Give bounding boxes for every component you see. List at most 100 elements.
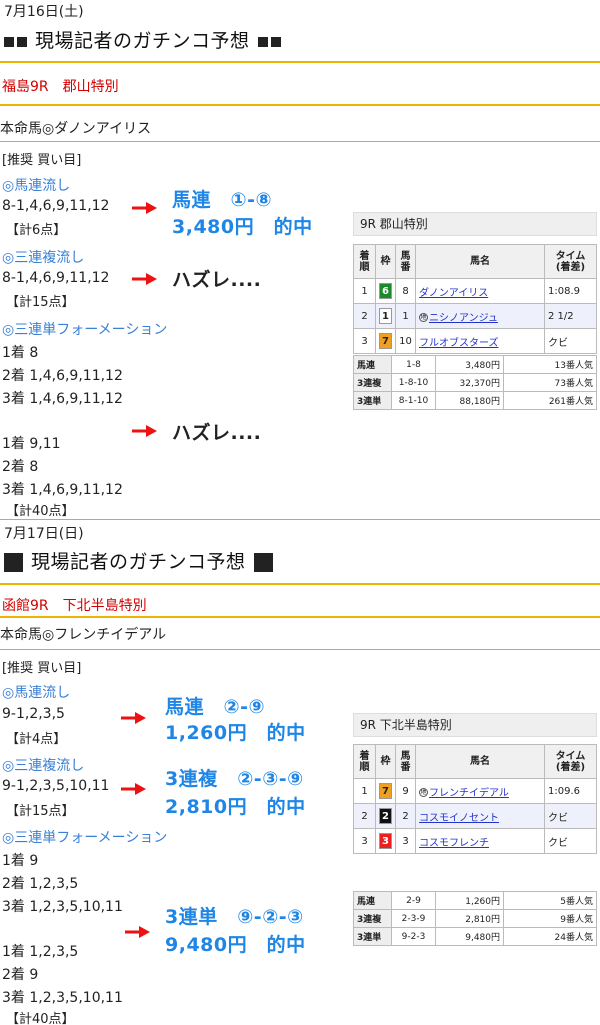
cell-waku: 7 <box>375 778 396 804</box>
cell-pos: 1 <box>353 278 376 304</box>
section-heading: 現場記者のガチンコ予想 <box>4 547 273 574</box>
waku-badge: 1 <box>379 308 392 324</box>
col-header: 着順 <box>353 244 376 279</box>
payout-combo: 2-3-9 <box>391 909 436 928</box>
square-icon <box>257 36 268 47</box>
horse-link[interactable]: ダノンアイリス <box>419 288 488 299</box>
payout-pop: 261番人気 <box>503 391 597 410</box>
cell-pos: 2 <box>353 803 376 829</box>
col-header: 枠 <box>375 244 396 279</box>
cell-time: クビ <box>544 328 597 354</box>
payout-pop: 13番人気 <box>503 355 597 374</box>
date-label: 7月17日(日) <box>4 526 84 542</box>
cell-num: 3 <box>395 828 416 854</box>
bet-type-link[interactable]: ◎馬連流し <box>2 682 70 702</box>
payout-yen: 9,480円 <box>435 927 504 946</box>
cell-horse: コスモイノセント <box>415 803 545 829</box>
waku-badge: 3 <box>379 833 392 849</box>
payout-pop: 5番人気 <box>503 891 597 910</box>
result-miss-text: ハズレ.... <box>172 269 262 291</box>
arrow-right-icon <box>125 926 150 938</box>
payout-kind: 馬連 <box>353 891 392 910</box>
divider <box>0 583 600 585</box>
table-row: 1 7 9 地フレンチイデアル 1:09.6 <box>353 778 597 804</box>
result-hit-payout: 1,260円 的中 <box>165 722 306 744</box>
cell-waku: 6 <box>375 278 396 304</box>
bet-type-link[interactable]: ◎三連複流し <box>2 755 84 775</box>
cell-horse: 地ニシノアンジュ <box>415 303 545 329</box>
bet-type-link[interactable]: ◎三連複流し <box>2 247 84 267</box>
cell-pos: 3 <box>353 328 376 354</box>
square-icon <box>4 553 23 572</box>
honmei-label: 本命馬◎フレンチイデアル <box>0 627 167 643</box>
formation-line: 2着 1,2,3,5 <box>2 876 79 892</box>
formation-line: 2着 1,4,6,9,11,12 <box>2 368 123 384</box>
cell-num: 10 <box>395 328 416 354</box>
bet-type-link[interactable]: ◎三連単フォーメーション <box>2 319 167 339</box>
honmei-label: 本命馬◎ダノンアイリス <box>0 121 152 137</box>
horse-link[interactable]: コスモイノセント <box>419 813 499 824</box>
payout-row: 馬連 2-9 1,260円 5番人気 <box>353 891 597 910</box>
divider <box>0 61 600 63</box>
result-hit-text: 3連複 ②-③-⑨ <box>165 768 304 790</box>
arrow-right-icon <box>121 712 146 724</box>
waku-badge: 6 <box>379 283 392 299</box>
horse-link[interactable]: ニシノアンジュ <box>429 313 498 324</box>
bet-count: 【計6点】 <box>6 223 67 238</box>
payout-yen: 3,480円 <box>435 355 504 374</box>
bet-combo: 8-1,4,6,9,11,12 <box>2 270 110 286</box>
cell-time: 1:08.9 <box>544 278 597 304</box>
result-hit-payout: 3,480円 的中 <box>172 216 313 238</box>
race-title: 福島9R 郡山特別 <box>2 79 119 95</box>
formation-line: 1着 8 <box>2 345 39 361</box>
arrow-right-icon <box>132 273 157 285</box>
formation-line: 1着 9 <box>2 853 39 869</box>
waku-badge: 7 <box>379 333 392 349</box>
waku-badge: 7 <box>379 783 392 799</box>
cell-waku: 7 <box>375 328 396 354</box>
horse-link[interactable]: コスモフレンチ <box>419 838 489 849</box>
local-mark-icon: 地 <box>419 313 428 322</box>
horse-link[interactable]: フレンチイデアル <box>429 788 509 799</box>
cell-waku: 1 <box>375 303 396 329</box>
arrow-right-icon <box>132 425 157 437</box>
horse-link[interactable]: フルオブスターズ <box>419 338 499 349</box>
divider <box>0 649 600 650</box>
cell-pos: 3 <box>353 828 376 854</box>
bet-type-link[interactable]: ◎馬連流し <box>2 175 70 195</box>
formation-line: 3着 1,4,6,9,11,12 <box>2 391 123 407</box>
cell-time: 2 1/2 <box>544 303 597 329</box>
cell-num: 9 <box>395 778 416 804</box>
result-box-title: 9R 郡山特別 <box>353 212 597 236</box>
cell-time: クビ <box>544 828 597 854</box>
cell-horse: フルオブスターズ <box>415 328 545 354</box>
cell-pos: 2 <box>353 303 376 329</box>
payout-kind: 馬連 <box>353 355 392 374</box>
formation-line: 1着 9,11 <box>2 436 61 452</box>
payout-kind: 3連単 <box>353 927 392 946</box>
date-label: 7月16日(土) <box>4 4 84 20</box>
bet-type-link[interactable]: ◎三連単フォーメーション <box>2 827 167 847</box>
cell-waku: 2 <box>375 803 396 829</box>
divider <box>0 519 600 520</box>
payout-combo: 9-2-3 <box>391 927 436 946</box>
table-row: 3 7 10 フルオブスターズ クビ <box>353 328 597 354</box>
arrow-right-icon <box>132 202 157 214</box>
payout-row: 3連単 8-1-10 88,180円 261番人気 <box>353 391 597 410</box>
heading-text: 現場記者のガチンコ予想 <box>31 551 246 573</box>
cell-horse: 地フレンチイデアル <box>415 778 545 804</box>
payout-row: 3連単 9-2-3 9,480円 24番人気 <box>353 927 597 946</box>
payout-kind: 3連複 <box>353 373 392 392</box>
payout-yen: 32,370円 <box>435 373 504 392</box>
payout-yen: 1,260円 <box>435 891 504 910</box>
payout-yen: 2,810円 <box>435 909 504 928</box>
cell-num: 8 <box>395 278 416 304</box>
divider <box>0 104 600 106</box>
payout-table: 馬連 2-9 1,260円 5番人気 3連複 2-3-9 2,810円 9番人気… <box>353 891 597 946</box>
payout-row: 馬連 1-8 3,480円 13番人気 <box>353 355 597 374</box>
formation-line: 1着 1,2,3,5 <box>2 944 79 960</box>
payout-kind: 3連複 <box>353 909 392 928</box>
formation-line: 3着 1,2,3,5,10,11 <box>2 899 123 915</box>
cell-horse: コスモフレンチ <box>415 828 545 854</box>
payout-pop: 73番人気 <box>503 373 597 392</box>
